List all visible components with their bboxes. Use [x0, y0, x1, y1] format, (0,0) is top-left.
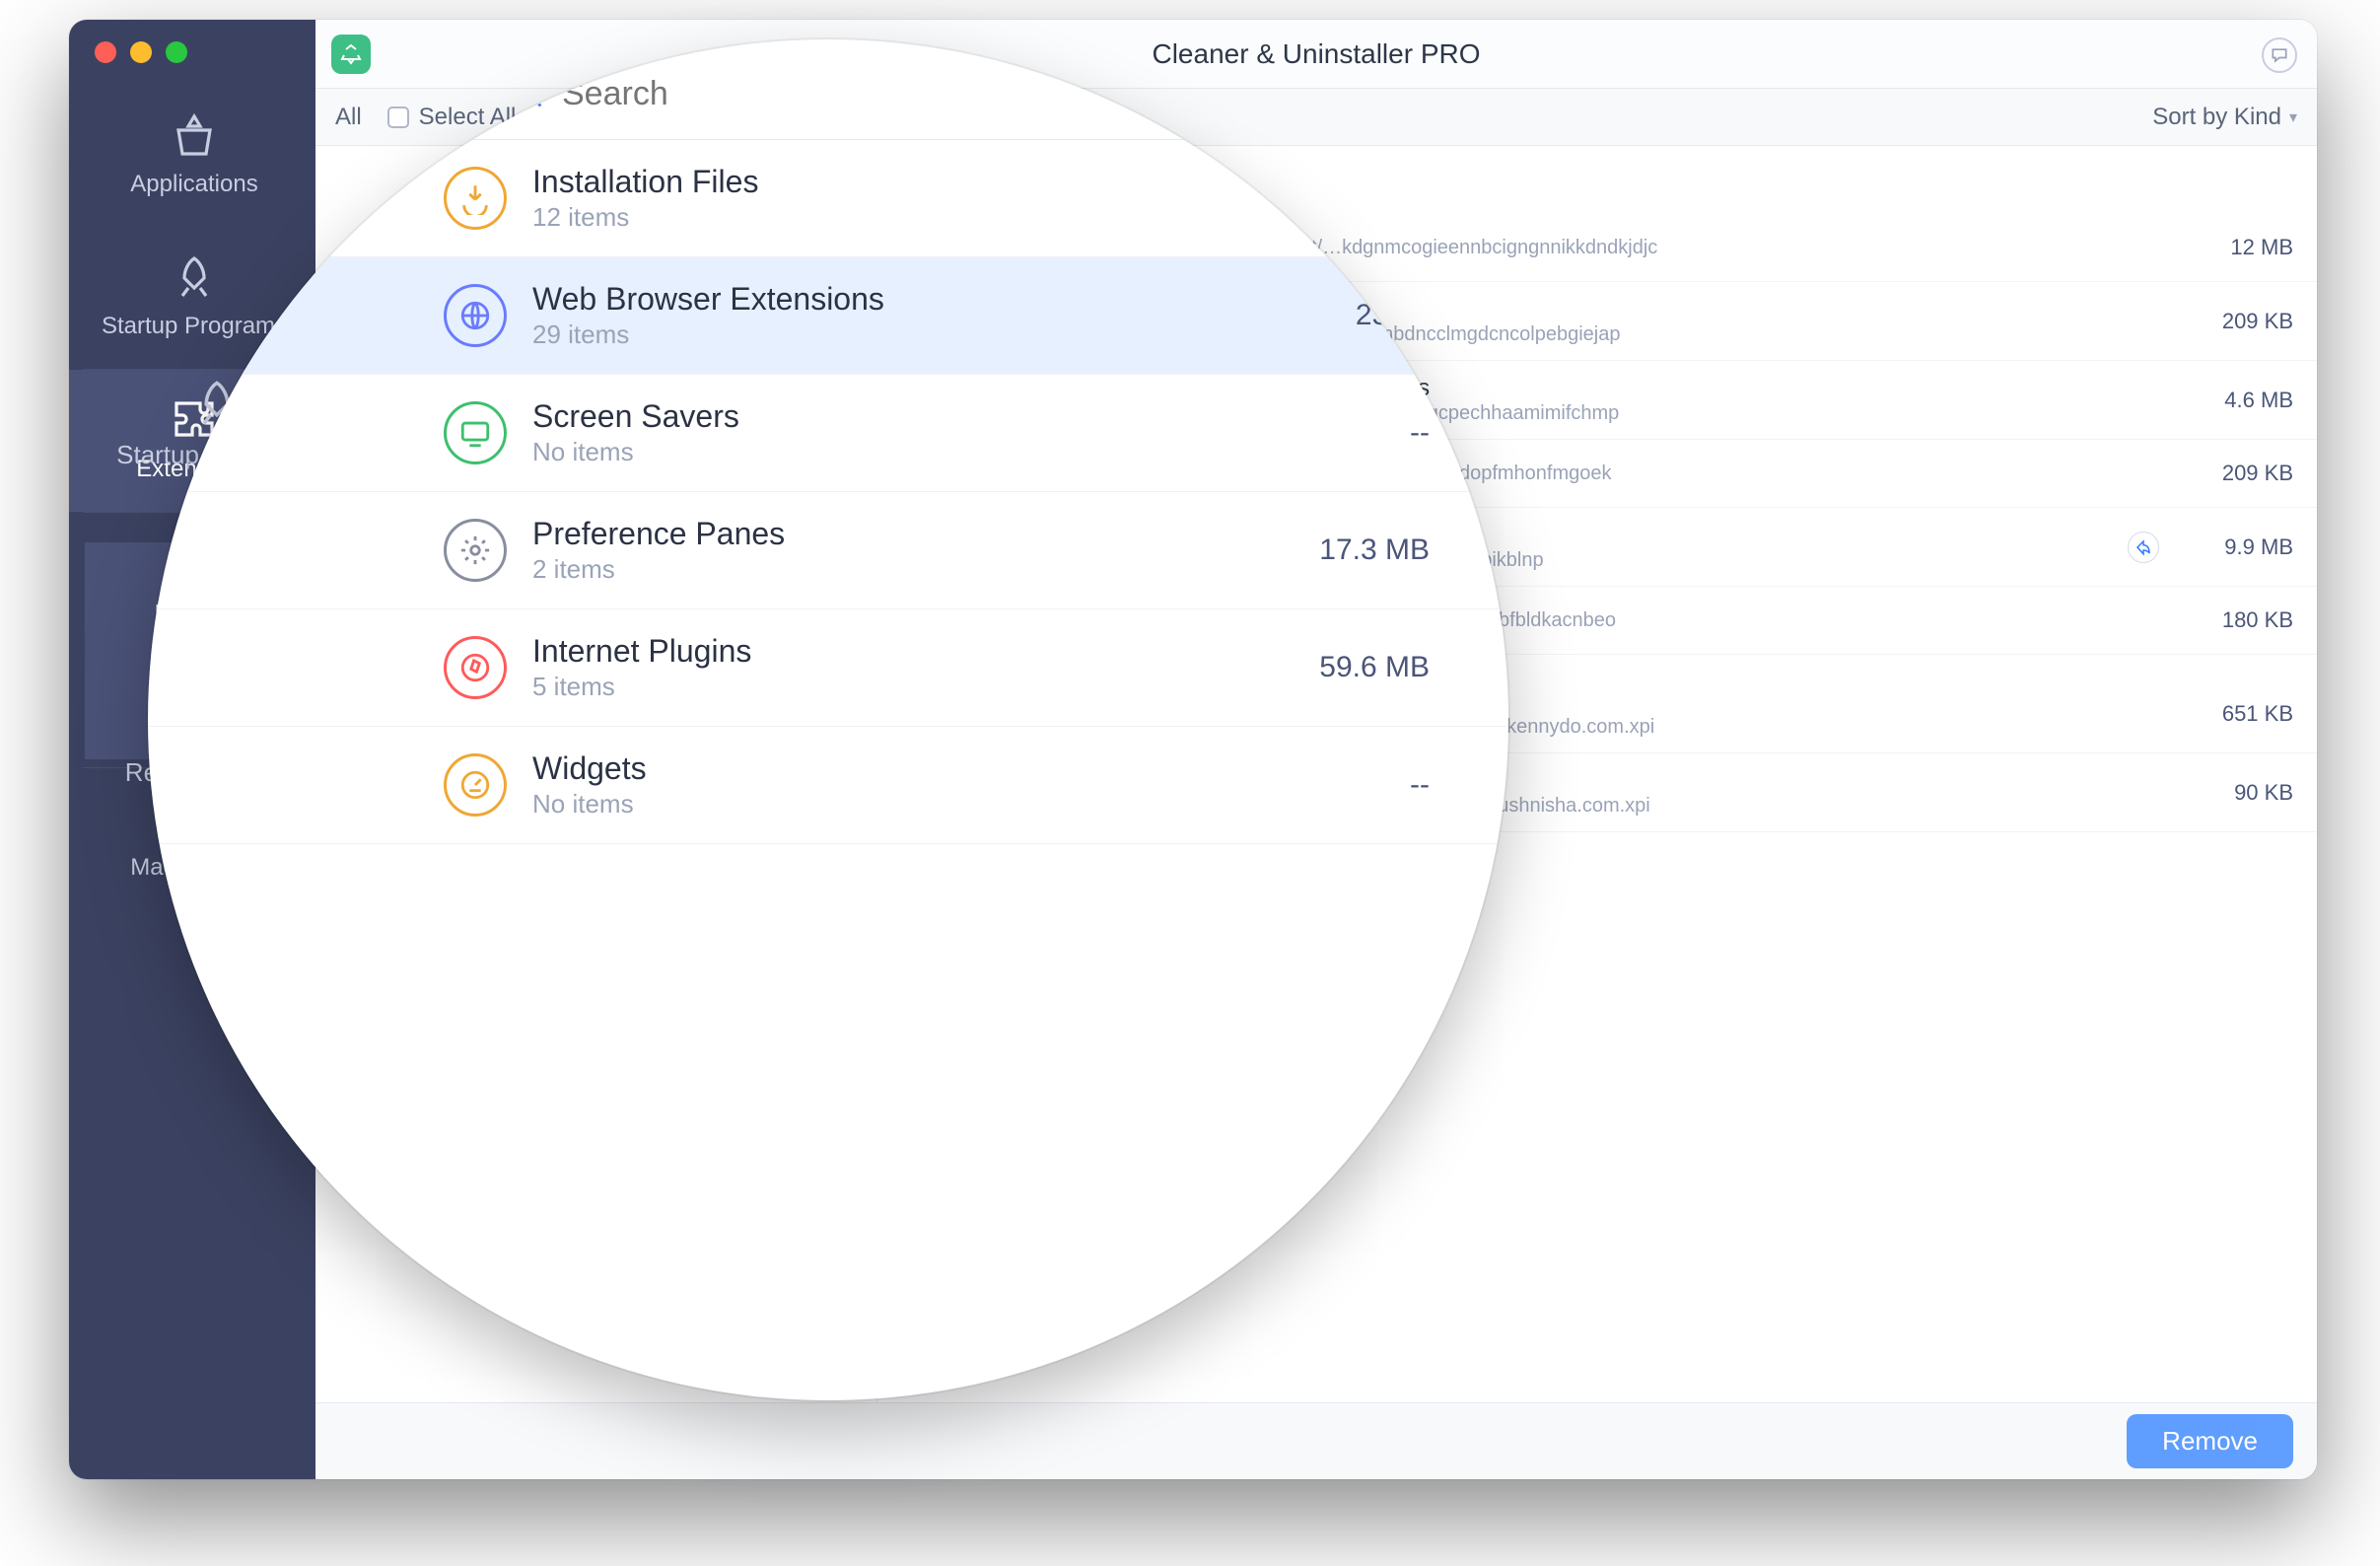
remove-button[interactable]: Remove [2127, 1414, 2293, 1468]
sort-button[interactable]: Sort by Kind ▾ [2152, 104, 2297, 131]
monitor-icon [444, 401, 507, 464]
category-title: Preference Panes [532, 516, 1294, 552]
category-size: 59.6 MB [1319, 651, 1430, 684]
compass-icon [444, 636, 507, 699]
category-row[interactable]: Widgets No items -- [148, 727, 1508, 844]
row-size: 209 KB [2175, 309, 2293, 334]
row-size: 651 KB [2175, 701, 2293, 727]
category-meta: Web Browser Extensions 29 items [532, 281, 1330, 350]
zoom-lens: Installation Files 12 items Web Browser … [148, 39, 1508, 1400]
search-row [148, 39, 1508, 139]
category-row[interactable]: Web Browser Extensions 29 items 234.2 [148, 257, 1508, 375]
category-title: Internet Plugins [532, 633, 1294, 670]
search-icon [513, 78, 546, 111]
row-size: 9.9 MB [2175, 534, 2293, 560]
share-icon[interactable] [2128, 532, 2159, 563]
category-subtitle: 2 items [532, 554, 1294, 585]
category-row[interactable]: Internet Plugins 5 items 59.6 MB [148, 609, 1508, 727]
download-icon [444, 167, 507, 230]
category-title: Web Browser Extensions [532, 281, 1330, 318]
gauge-icon [444, 753, 507, 817]
category-meta: Installation Files 12 items [532, 164, 1404, 233]
category-subtitle: 12 items [532, 202, 1404, 233]
category-subtitle: 5 items [532, 672, 1294, 702]
row-size: 180 KB [2175, 607, 2293, 633]
row-size: 4.6 MB [2175, 388, 2293, 413]
search-input[interactable] [562, 75, 1449, 113]
footer: Remove [315, 1402, 2317, 1479]
close-window-button[interactable] [95, 41, 116, 63]
category-subtitle: No items [532, 437, 1384, 467]
category-meta: Internet Plugins 5 items [532, 633, 1294, 702]
category-size: -- [1410, 416, 1430, 450]
category-size: -- [1410, 768, 1430, 802]
category-meta: Preference Panes 2 items [532, 516, 1294, 585]
row-size: 12 MB [2175, 235, 2293, 260]
globe-icon [444, 284, 507, 347]
category-title: Installation Files [532, 164, 1404, 200]
sort-label: Sort by Kind [2152, 104, 2281, 131]
row-size: 90 KB [2175, 780, 2293, 806]
category-row[interactable]: Installation Files 12 items [148, 140, 1508, 257]
category-row[interactable]: Preference Panes 2 items 17.3 MB [148, 492, 1508, 609]
category-title: Widgets [532, 750, 1384, 787]
row-size: 209 KB [2175, 461, 2293, 486]
chat-icon [2270, 45, 2289, 65]
category-title: Screen Savers [532, 398, 1384, 435]
category-meta: Screen Savers No items [532, 398, 1384, 467]
category-size: 234.2 [1356, 299, 1430, 332]
category-subtitle: 29 items [532, 320, 1330, 350]
gear-icon [444, 519, 507, 582]
category-size: 17.3 MB [1319, 534, 1430, 567]
category-list: Installation Files 12 items Web Browser … [148, 140, 1508, 844]
category-meta: Widgets No items [532, 750, 1384, 819]
category-subtitle: No items [532, 789, 1384, 819]
feedback-button[interactable] [2262, 37, 2297, 73]
chevron-down-icon: ▾ [2289, 107, 2297, 127]
category-row[interactable]: Screen Savers No items -- [148, 375, 1508, 492]
